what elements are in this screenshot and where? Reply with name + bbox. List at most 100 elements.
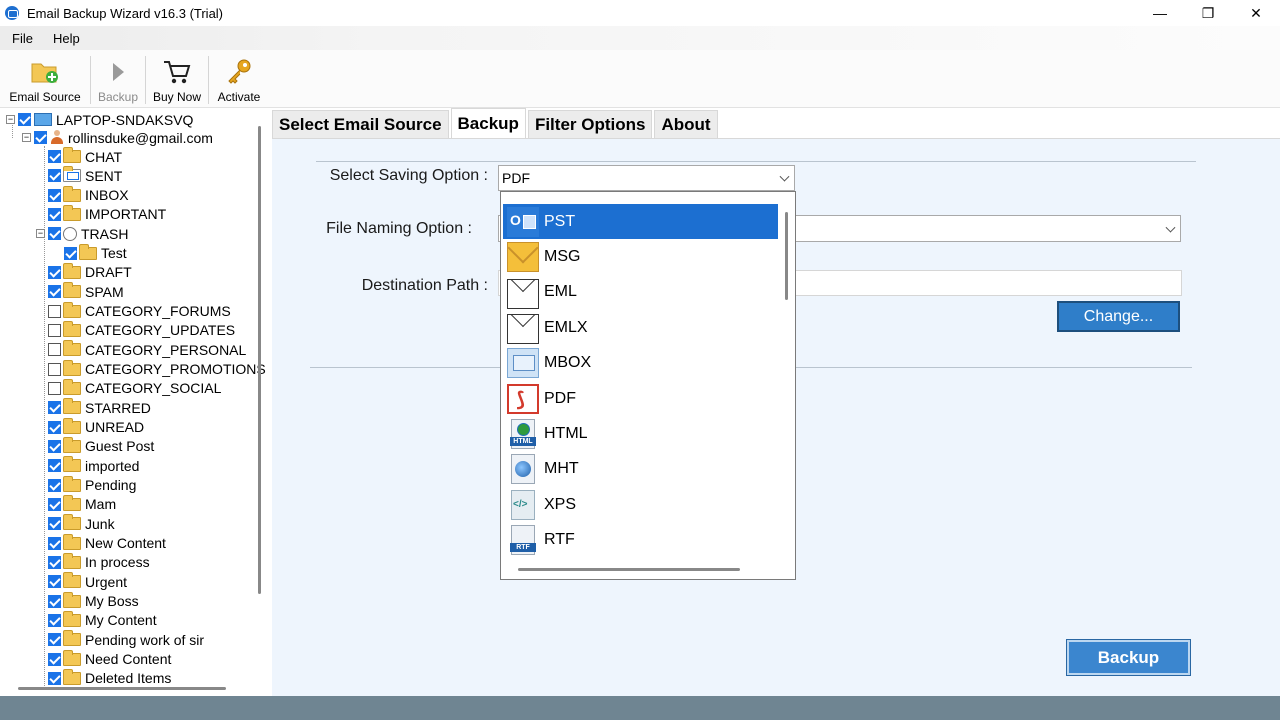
- dropdown-option-mbox[interactable]: MBOX: [503, 346, 778, 381]
- email-source-button[interactable]: Email Source: [0, 50, 90, 108]
- tree-folder-item[interactable]: SENT: [48, 166, 122, 185]
- backup-toolbar-button[interactable]: Backup: [91, 50, 145, 108]
- tree-folder-item[interactable]: CHAT: [48, 147, 122, 166]
- menu-file[interactable]: File: [4, 31, 41, 46]
- tree-checkbox[interactable]: [48, 439, 61, 453]
- tree-checkbox[interactable]: [48, 497, 61, 511]
- tree-folder-item[interactable]: IMPORTANT: [48, 204, 166, 224]
- tree-folder-item[interactable]: Deleted Items: [48, 668, 171, 688]
- tree-folder-item[interactable]: My Content: [48, 610, 157, 630]
- tree-folder-item[interactable]: CATEGORY_PROMOTIONS: [48, 359, 266, 379]
- tree-checkbox[interactable]: [64, 246, 77, 260]
- backup-button[interactable]: Backup: [1067, 640, 1190, 675]
- dropdown-option-pst[interactable]: PST: [503, 204, 778, 239]
- tree-folder-item[interactable]: Mam: [48, 494, 116, 514]
- tree-checkbox[interactable]: [48, 459, 61, 473]
- tree-checkbox[interactable]: [48, 420, 61, 434]
- activate-button[interactable]: Activate: [209, 50, 269, 108]
- tree-checkbox[interactable]: [48, 323, 61, 337]
- dropdown-vertical-scrollbar[interactable]: [785, 212, 788, 300]
- tree-folder-item[interactable]: INBOX: [48, 185, 129, 205]
- collapse-icon[interactable]: −: [22, 133, 31, 142]
- emlx-icon: [507, 314, 539, 345]
- dropdown-option-label: RTF: [544, 531, 575, 549]
- tree-checkbox[interactable]: [48, 265, 61, 279]
- close-button[interactable]: ✕: [1232, 0, 1280, 26]
- tree-account[interactable]: − rollinsduke@gmail.com: [22, 128, 213, 147]
- tree-checkbox[interactable]: [48, 188, 61, 202]
- tree-folder-label: INBOX: [85, 187, 129, 204]
- tree-checkbox[interactable]: [48, 536, 61, 550]
- tree-folder-item[interactable]: Urgent: [48, 572, 127, 591]
- tree-folder-item[interactable]: CATEGORY_FORUMS: [48, 301, 231, 321]
- tree-checkbox[interactable]: [48, 401, 61, 415]
- change-button[interactable]: Change...: [1057, 301, 1180, 332]
- tree-checkbox[interactable]: [48, 207, 61, 221]
- buy-now-button[interactable]: Buy Now: [146, 50, 208, 108]
- tree-checkbox[interactable]: [48, 555, 61, 569]
- tree-folder-item[interactable]: New Content: [48, 533, 166, 553]
- tree-checkbox[interactable]: [48, 478, 61, 492]
- dropdown-option-msg[interactable]: MSG: [503, 239, 778, 274]
- tree-checkbox[interactable]: [48, 362, 61, 376]
- dropdown-option-eml[interactable]: EML: [503, 275, 778, 310]
- dropdown-option-mht[interactable]: MHT: [503, 452, 778, 487]
- folder-icon: [63, 668, 81, 685]
- tree-checkbox[interactable]: [48, 343, 61, 357]
- tree-checkbox[interactable]: [48, 381, 61, 395]
- tree-checkbox[interactable]: [48, 304, 61, 318]
- tree-folder-item[interactable]: Pending work of sir: [48, 630, 204, 649]
- tree-checkbox[interactable]: [48, 594, 61, 608]
- tree-checkbox[interactable]: [18, 113, 31, 126]
- dropdown-option-rtf[interactable]: RTF RTF: [503, 523, 778, 558]
- collapse-icon[interactable]: −: [36, 229, 45, 239]
- tab-backup[interactable]: Backup: [450, 108, 526, 138]
- tree-folder-item[interactable]: CATEGORY_PERSONAL: [48, 340, 246, 359]
- tree-folder-label: Junk: [85, 515, 115, 532]
- tab-about[interactable]: About: [654, 110, 718, 138]
- minimize-button[interactable]: —: [1136, 0, 1184, 26]
- tree-checkbox[interactable]: [48, 227, 61, 241]
- tree-folder-item[interactable]: Guest Post: [48, 436, 154, 456]
- saving-option-dropdown[interactable]: PST MSG EML EMLX MBOX PDF HTML HTML MHT XPS RTF RTF: [500, 191, 796, 580]
- folder-tree[interactable]: − LAPTOP-SNDAKSVQ − rollinsduke@gmail.co…: [0, 108, 268, 696]
- tree-folder-item[interactable]: STARRED: [48, 398, 151, 417]
- tree-folder-item[interactable]: My Boss: [48, 591, 139, 611]
- dropdown-horizontal-scrollbar[interactable]: [518, 568, 740, 571]
- tree-folder-item[interactable]: DRAFT: [48, 262, 132, 282]
- tab-select-email-source[interactable]: Select Email Source: [272, 110, 449, 138]
- tree-folder-item[interactable]: CATEGORY_SOCIAL: [48, 378, 221, 398]
- tree-checkbox[interactable]: [48, 671, 61, 685]
- maximize-button[interactable]: ❐: [1184, 0, 1232, 26]
- tree-folder-item[interactable]: UNREAD: [48, 417, 144, 437]
- dropdown-option-emlx[interactable]: EMLX: [503, 310, 778, 345]
- menu-help[interactable]: Help: [45, 31, 88, 46]
- tree-folder-item[interactable]: Pending: [48, 475, 136, 495]
- tree-folder-item[interactable]: Need Content: [48, 649, 171, 669]
- saving-option-select[interactable]: PDF: [498, 165, 795, 191]
- tree-checkbox[interactable]: [48, 150, 61, 163]
- tree-folder-item[interactable]: Test: [64, 243, 127, 263]
- tree-checkbox[interactable]: [48, 613, 61, 627]
- dropdown-option-xps[interactable]: XPS: [503, 487, 778, 522]
- tree-checkbox[interactable]: [48, 285, 61, 299]
- tree-vertical-scrollbar[interactable]: [258, 126, 261, 594]
- tree-folder-item[interactable]: imported: [48, 456, 139, 475]
- tree-horizontal-scrollbar[interactable]: [18, 687, 226, 690]
- tree-folder-item[interactable]: Junk: [48, 514, 115, 533]
- tree-checkbox[interactable]: [48, 652, 61, 666]
- tree-checkbox[interactable]: [34, 131, 47, 144]
- tree-folder-item[interactable]: In process: [48, 552, 150, 572]
- dropdown-option-pdf[interactable]: PDF: [503, 381, 778, 416]
- tree-checkbox[interactable]: [48, 633, 61, 647]
- tree-folder-item[interactable]: SPAM: [48, 282, 124, 301]
- dropdown-option-html[interactable]: HTML HTML: [503, 416, 778, 451]
- tree-folder-item[interactable]: CATEGORY_UPDATES: [48, 320, 235, 340]
- tab-filter-options[interactable]: Filter Options: [527, 110, 653, 138]
- tree-checkbox[interactable]: [48, 169, 61, 183]
- tree-folder-item[interactable]: − TRASH: [36, 224, 128, 243]
- tree-checkbox[interactable]: [48, 575, 61, 589]
- tree-checkbox[interactable]: [48, 517, 61, 531]
- collapse-icon[interactable]: −: [6, 115, 15, 124]
- tree-root[interactable]: − LAPTOP-SNDAKSVQ: [6, 110, 193, 129]
